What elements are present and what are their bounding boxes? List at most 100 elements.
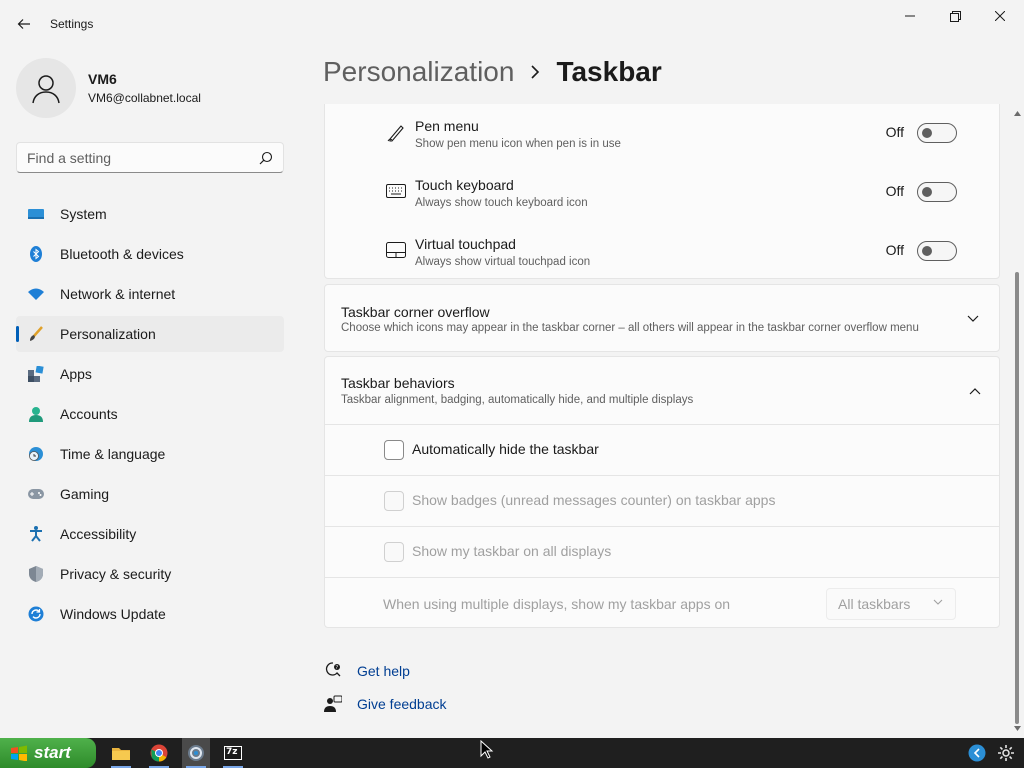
chrome-icon <box>150 744 168 762</box>
touch-keyboard-title: Touch keyboard <box>415 177 514 193</box>
touch-keyboard-state: Off <box>885 183 904 199</box>
sidebar-item-system[interactable]: System <box>16 196 284 232</box>
window-title: Settings <box>50 17 94 31</box>
brush-icon <box>28 326 44 342</box>
help-icon: ? <box>323 661 343 681</box>
windows-logo-icon <box>11 745 27 761</box>
virtual-touchpad-desc: Always show virtual touchpad icon <box>415 256 591 268</box>
corner-overflow-title: Taskbar corner overflow <box>341 304 490 320</box>
all-displays-checkbox[interactable] <box>384 542 404 562</box>
touch-keyboard-toggle[interactable] <box>917 182 957 202</box>
bluetooth-icon <box>28 246 44 262</box>
search-box[interactable] <box>16 142 284 173</box>
close-button[interactable] <box>978 4 1022 28</box>
system-tray-icons-card: Pen menu Show pen menu icon when pen is … <box>324 104 1000 279</box>
sidebar-item-accessibility[interactable]: Accessibility <box>16 516 284 552</box>
multi-display-label: When using multiple displays, show my ta… <box>383 596 731 612</box>
multi-display-value: All taskbars <box>838 596 911 612</box>
pen-menu-toggle[interactable] <box>917 123 957 143</box>
tray-arrow-button[interactable] <box>967 743 987 763</box>
give-feedback-link[interactable]: Give feedback <box>323 694 447 714</box>
corner-overflow-desc: Choose which icons may appear in the tas… <box>341 322 919 334</box>
wifi-icon <box>28 286 44 302</box>
content-scrollbar[interactable] <box>1011 104 1024 738</box>
toggle-knob <box>922 187 932 197</box>
pen-menu-desc: Show pen menu icon when pen is in use <box>415 138 621 150</box>
taskbar-chrome[interactable] <box>145 738 173 768</box>
minimize-button[interactable] <box>888 4 932 28</box>
taskbar-file-explorer[interactable] <box>107 738 135 768</box>
sidebar-item-label: Apps <box>60 366 92 382</box>
corner-overflow-card[interactable]: Taskbar corner overflow Choose which ico… <box>324 284 1000 352</box>
toggle-knob <box>922 128 932 138</box>
taskbar-settings[interactable] <box>182 738 210 768</box>
sidebar-item-windows-update[interactable]: Windows Update <box>16 596 284 632</box>
clock-globe-icon <box>28 446 44 462</box>
profile-name: VM6 <box>88 71 117 87</box>
chevron-down-icon[interactable] <box>965 311 981 327</box>
all-displays-row: Show my taskbar on all displays <box>325 526 1000 577</box>
settings-content: Pen menu Show pen menu icon when pen is … <box>324 104 1000 738</box>
sidebar-item-privacy[interactable]: Privacy & security <box>16 556 284 592</box>
search-icon[interactable] <box>259 151 273 165</box>
sidebar-item-label: Accounts <box>60 406 118 422</box>
give-feedback-text[interactable]: Give feedback <box>357 696 447 712</box>
touch-keyboard-row: Touch keyboard Always show touch keyboar… <box>325 162 1000 221</box>
start-button[interactable]: start <box>0 738 96 768</box>
taskbar-behaviors-title: Taskbar behaviors <box>341 375 455 391</box>
back-button[interactable] <box>10 10 38 38</box>
system-icon <box>28 206 44 222</box>
taskbar-behaviors-header[interactable]: Taskbar behaviors Taskbar alignment, bad… <box>325 357 1000 424</box>
sidebar-item-accounts[interactable]: Accounts <box>16 396 284 432</box>
scroll-up-icon[interactable] <box>1014 110 1021 116</box>
multi-display-dropdown[interactable]: All taskbars <box>826 588 956 620</box>
tray-settings-button[interactable] <box>996 743 1016 763</box>
gamepad-icon <box>28 486 44 502</box>
show-badges-checkbox[interactable] <box>384 491 404 511</box>
sidebar-item-gaming[interactable]: Gaming <box>16 476 284 512</box>
scrollbar-thumb[interactable] <box>1015 272 1019 724</box>
back-arrow-icon <box>17 19 30 29</box>
sidebar-item-time-language[interactable]: Time & language <box>16 436 284 472</box>
virtual-touchpad-toggle[interactable] <box>917 241 957 261</box>
chevron-up-icon[interactable] <box>967 383 983 399</box>
pen-menu-state: Off <box>885 124 904 140</box>
get-help-link[interactable]: ? Get help <box>323 661 410 681</box>
scroll-down-icon[interactable] <box>1014 726 1021 732</box>
sidebar-item-network[interactable]: Network & internet <box>16 276 284 312</box>
taskbar-7zip[interactable]: 7z <box>219 738 247 768</box>
sidebar-item-label: Personalization <box>60 326 156 342</box>
avatar <box>16 58 76 118</box>
sidebar-item-bluetooth[interactable]: Bluetooth & devices <box>16 236 284 272</box>
breadcrumb-parent[interactable]: Personalization <box>323 56 514 88</box>
maximize-button[interactable] <box>933 4 977 28</box>
accessibility-icon <box>28 526 44 542</box>
7zip-label: 7z <box>226 747 238 757</box>
apps-icon <box>28 366 44 382</box>
chevron-down-icon <box>933 599 943 605</box>
file-explorer-icon <box>112 748 130 760</box>
auto-hide-label[interactable]: Automatically hide the taskbar <box>412 441 599 457</box>
user-icon <box>32 75 60 104</box>
pen-icon <box>385 121 407 143</box>
get-help-text[interactable]: Get help <box>357 663 410 679</box>
sidebar-item-personalization[interactable]: Personalization <box>16 316 284 352</box>
mouse-cursor-icon <box>480 740 494 759</box>
sidebar-item-label: Privacy & security <box>60 566 172 582</box>
auto-hide-checkbox[interactable] <box>384 440 404 460</box>
search-input[interactable] <box>27 149 259 166</box>
virtual-touchpad-title: Virtual touchpad <box>415 236 516 252</box>
sidebar-item-label: Bluetooth & devices <box>60 246 184 262</box>
sidebar-item-apps[interactable]: Apps <box>16 356 284 392</box>
sidebar-nav: System Bluetooth & devices Network & int… <box>16 196 284 636</box>
keyboard-icon <box>385 180 407 202</box>
user-profile[interactable]: VM6 VM6@collabnet.local <box>16 58 201 118</box>
virtual-touchpad-state: Off <box>885 242 904 258</box>
start-label: start <box>34 743 71 762</box>
sidebar-item-label: Accessibility <box>60 526 137 542</box>
sidebar-item-label: Network & internet <box>60 286 176 302</box>
restore-icon <box>949 10 961 22</box>
accounts-icon <box>28 406 44 422</box>
sidebar-item-label: System <box>60 206 107 222</box>
sidebar-item-label: Time & language <box>60 446 166 462</box>
